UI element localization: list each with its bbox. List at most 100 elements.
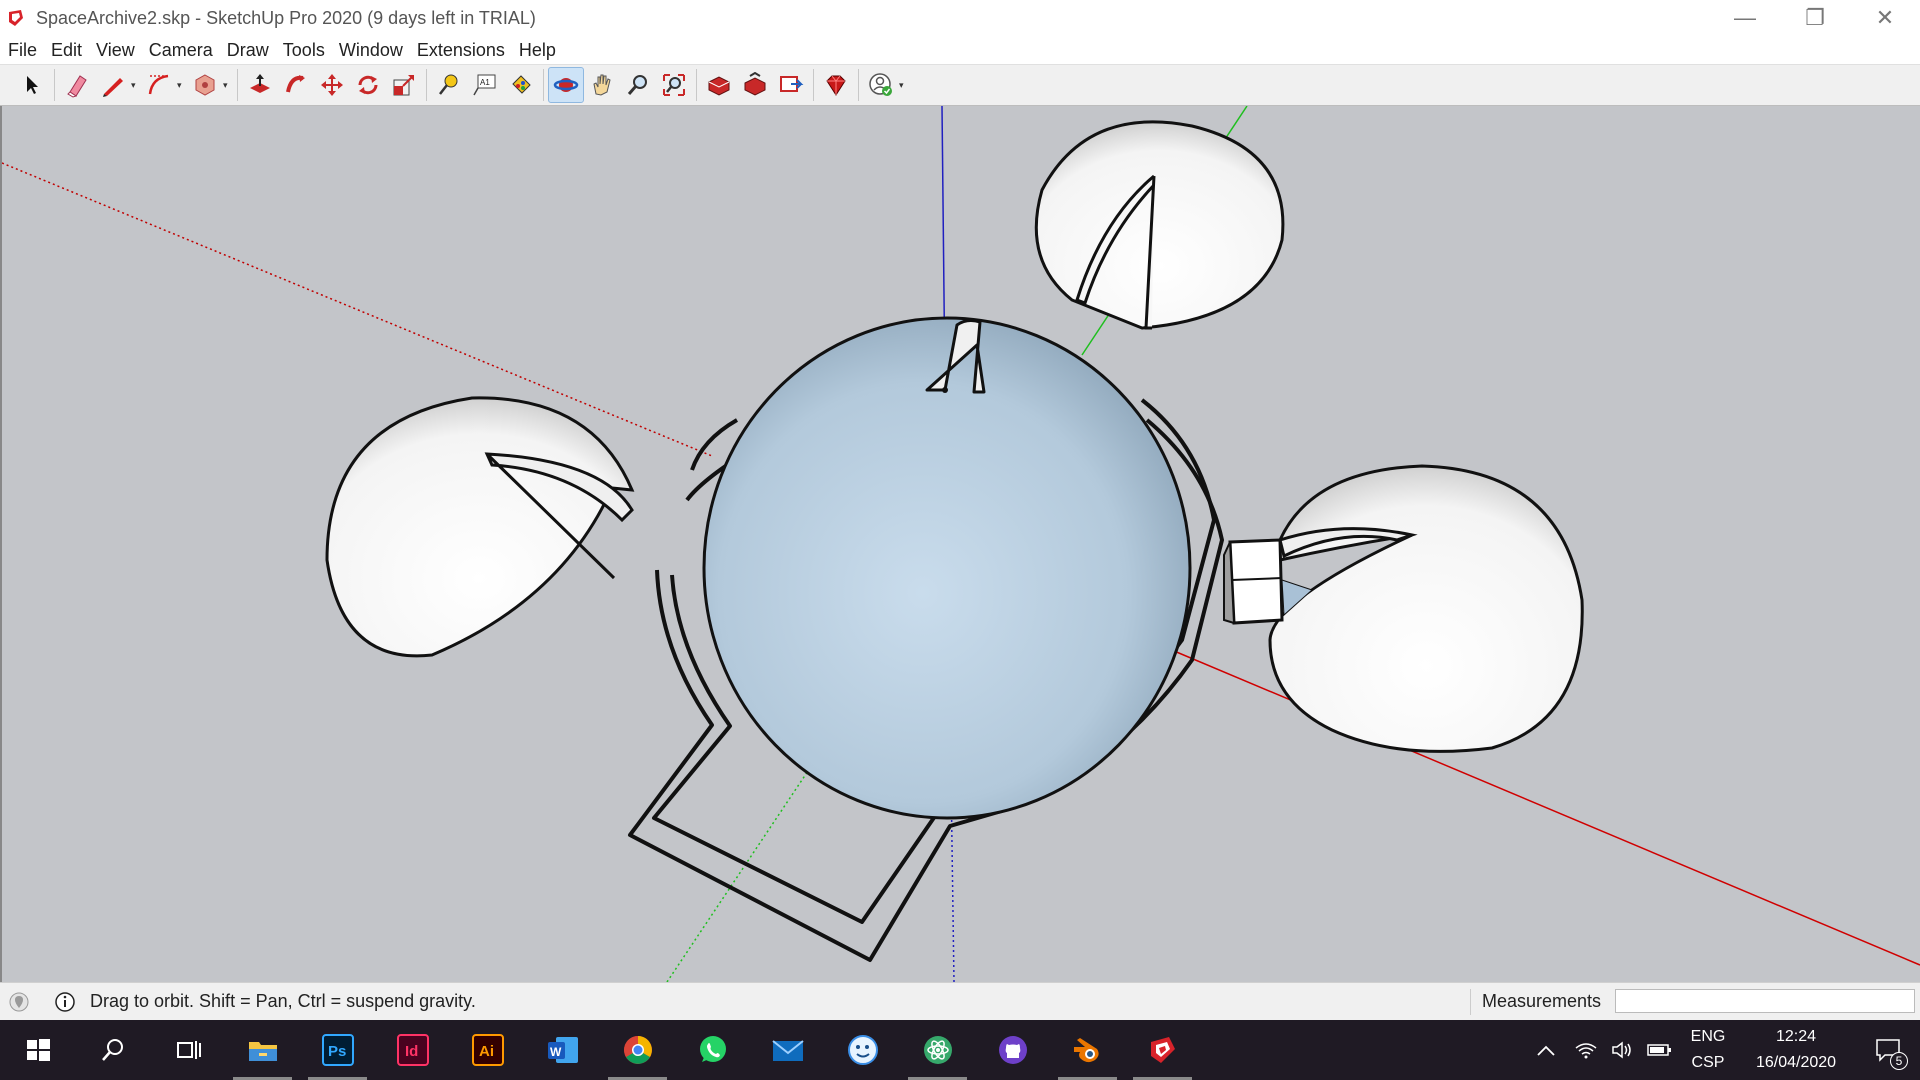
windows-taskbar: Ps Id Ai W ENG CSP 12:24 16/04/2020 5 [0,1020,1920,1080]
photoshop-label: Ps [328,1043,346,1060]
menu-file[interactable]: File [8,40,37,61]
warehouse-icon[interactable] [701,67,737,103]
toolbar-separator [813,69,814,101]
account-icon[interactable] [863,67,899,103]
system-tray: ENG CSP 12:24 16/04/2020 5 [1524,1020,1920,1080]
main-toolbar: ▾ ▾ ▾ A1 ▾ [0,64,1920,106]
status-message: Drag to orbit. Shift = Pan, Ctrl = suspe… [90,991,476,1011]
toolbar-separator [237,69,238,101]
shell-left [325,396,635,658]
scale-icon[interactable] [386,67,422,103]
notifications-count: 5 [1890,1052,1908,1070]
extension-warehouse-icon[interactable] [737,67,773,103]
mail-icon[interactable] [750,1020,825,1080]
pencil-icon[interactable] [95,67,131,103]
clock-time: 12:24 [1775,1028,1817,1045]
blender-icon[interactable] [1050,1020,1125,1080]
indesign-icon[interactable]: Id [375,1020,450,1080]
follow-me-icon[interactable] [278,67,314,103]
illustrator-label: Ai [479,1043,494,1060]
github-icon[interactable] [975,1020,1050,1080]
wifi-icon[interactable] [1568,1040,1604,1060]
menu-extensions[interactable]: Extensions [417,40,505,61]
task-view-icon[interactable] [150,1020,225,1080]
zoom-extents-icon[interactable] [656,67,692,103]
restore-button[interactable]: ❐ [1780,0,1850,36]
sketchup-app-icon [9,10,23,26]
push-pull-icon[interactable] [242,67,278,103]
chevron-down-icon[interactable]: ▾ [131,80,141,91]
chevron-down-icon[interactable]: ▾ [177,80,187,91]
chrome-icon[interactable] [600,1020,675,1080]
menu-help[interactable]: Help [519,40,556,61]
close-button[interactable]: ✕ [1850,0,1920,36]
eraser-icon[interactable] [59,67,95,103]
word-icon[interactable]: W [525,1020,600,1080]
sketchup-icon[interactable] [1125,1020,1200,1080]
minimize-button[interactable]: — [1710,0,1780,36]
toolbar-separator [696,69,697,101]
window-title: SpaceArchive2.skp - SketchUp Pro 2020 (9… [36,7,536,28]
clock[interactable]: 12:24 16/04/2020 [1736,1024,1856,1076]
menu-edit[interactable]: Edit [51,40,82,61]
red-axis-dotted [2,162,713,457]
clock-date: 16/04/2020 [1755,1054,1837,1071]
battery-icon[interactable] [1640,1042,1680,1058]
shape-icon[interactable] [187,67,223,103]
menu-view[interactable]: View [96,40,135,61]
file-explorer-icon[interactable] [225,1020,300,1080]
finder-face-icon[interactable] [825,1020,900,1080]
text-icon[interactable]: A1 [467,67,503,103]
shell-right-body [1268,464,1584,753]
atom-icon[interactable] [900,1020,975,1080]
rotate-icon[interactable] [350,67,386,103]
indesign-label: Id [405,1043,418,1060]
windows-start-icon[interactable] [0,1020,75,1080]
dome-apex-marker [942,387,948,393]
window-controls: — ❐ ✕ [1710,0,1920,36]
info-icon[interactable] [54,991,76,1013]
toolbar-separator [543,69,544,101]
title-bar: SpaceArchive2.skp - SketchUp Pro 2020 (9… [0,0,1920,36]
status-bar: Drag to orbit. Shift = Pan, Ctrl = suspe… [0,982,1920,1020]
paint-bucket-icon[interactable] [503,67,539,103]
zoom-icon[interactable] [620,67,656,103]
pan-icon[interactable] [584,67,620,103]
connector-box [1228,538,1284,625]
whatsapp-icon[interactable] [675,1020,750,1080]
measurements-input[interactable] [1615,989,1915,1013]
menu-bar: File Edit View Camera Draw Tools Window … [0,36,1920,64]
volume-icon[interactable] [1604,1040,1640,1060]
measurements-label: Measurements [1482,991,1602,1011]
shell-top [1034,120,1285,330]
menu-camera[interactable]: Camera [149,40,213,61]
model-scene[interactable] [2,106,1920,982]
word-label: W [550,1045,562,1059]
menu-window[interactable]: Window [339,40,403,61]
toolbar-separator [858,69,859,101]
chevron-up-icon[interactable] [1524,1043,1568,1057]
input-method: CSP [1691,1054,1725,1071]
notifications-icon[interactable]: 5 [1856,1038,1920,1070]
menu-draw[interactable]: Draw [227,40,269,61]
toolbar-separator [54,69,55,101]
orbit-icon[interactable] [548,67,584,103]
menu-tools[interactable]: Tools [283,40,325,61]
language-indicator[interactable]: ENG CSP [1680,1024,1736,1076]
tape-measure-icon[interactable] [431,67,467,103]
arc-icon[interactable] [141,67,177,103]
chevron-down-icon[interactable]: ▾ [899,80,909,91]
toolbar-separator [426,69,427,101]
ruby-icon[interactable] [818,67,854,103]
layout-icon[interactable] [773,67,809,103]
chevron-down-icon[interactable]: ▾ [223,80,233,91]
language-code: ENG [1690,1028,1726,1045]
search-icon[interactable] [75,1020,150,1080]
illustrator-icon[interactable]: Ai [450,1020,525,1080]
photoshop-icon[interactable]: Ps [300,1020,375,1080]
model-viewport[interactable] [0,106,1920,982]
geo-location-icon[interactable] [8,991,30,1013]
move-icon[interactable] [314,67,350,103]
central-dome [702,316,1192,820]
select-icon[interactable] [14,67,50,103]
